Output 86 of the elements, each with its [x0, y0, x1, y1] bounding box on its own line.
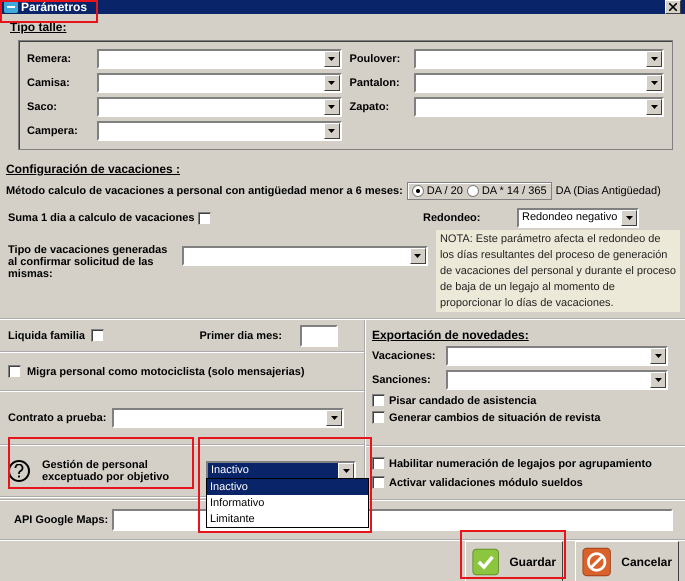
help-icon[interactable] [8, 460, 30, 482]
checkbox-label: Generar cambios de situación de revista [389, 412, 601, 424]
field-label: Gestión de personal exceptuado por objetivo [42, 459, 170, 483]
dropdown-button[interactable] [646, 51, 662, 67]
note-text: NOTA: Este parámetro afecta el redondeo de los días resultantes del proceso de generación de vacaciones del personal y durante el proceso de baja de un legajo al momento de proporcionar lo días de vacaciones. [436, 230, 680, 312]
caret-icon [650, 105, 658, 109]
dropdown-field[interactable] [414, 73, 664, 93]
dropdown-field[interactable]: Redondeo negativo [517, 208, 639, 228]
close-icon [669, 3, 677, 11]
section-heading: Exportación de novedades: [372, 328, 530, 342]
field-label: Contrato a prueba: [8, 412, 106, 424]
field-label: Campera: [27, 125, 79, 137]
checkbox-label: Habilitar numeración de legajos por agrupamiento [389, 458, 652, 470]
field-label: Redondeo: [423, 212, 482, 224]
dropdown-field[interactable] [414, 97, 664, 117]
dropdown-button[interactable] [410, 248, 426, 264]
dropdown-button[interactable] [324, 51, 340, 67]
radio-option[interactable]: DA * 14 / 365 [466, 185, 547, 197]
caret-icon [414, 254, 422, 258]
field-label: Zapato: [350, 101, 390, 113]
dropdown-option[interactable]: Inactivo [207, 479, 368, 495]
dropdown-field[interactable] [97, 73, 342, 93]
unit-note: DA (Dias Antigüedad) [556, 185, 661, 197]
checkbox-label: Pisar candado de asistencia [389, 394, 536, 406]
dropdown-field[interactable] [182, 246, 428, 266]
field-label: Suma 1 dia a calculo de vacaciones [8, 212, 194, 224]
close-button[interactable] [665, 0, 681, 14]
dropdown-field[interactable] [112, 408, 344, 428]
caret-icon [330, 416, 338, 420]
field-label: Vacaciones: [372, 350, 437, 362]
checkbox-label: Migra personal como motociclista (solo mensajerias) [27, 366, 305, 378]
field-label: Camisa: [27, 77, 71, 89]
dropdown-button[interactable] [324, 75, 340, 91]
dropdown-button[interactable] [326, 410, 342, 426]
check-icon [472, 546, 500, 578]
cancel-button[interactable]: Cancelar [575, 541, 679, 581]
checkbox[interactable] [91, 329, 104, 342]
caret-icon [328, 57, 335, 61]
dropdown-field[interactable] [414, 49, 664, 69]
checkbox[interactable] [8, 365, 21, 378]
window-icon [4, 0, 18, 14]
field-label: Método calculo de vacaciones a personal con antigüedad menor a 6 meses: [6, 185, 403, 197]
input-field[interactable] [300, 324, 338, 346]
radio-option[interactable]: DA / 20 [412, 185, 463, 197]
checkbox[interactable] [372, 411, 385, 424]
dropdown-button[interactable] [650, 348, 666, 364]
dropdown-field[interactable] [446, 346, 668, 366]
dropdown-button[interactable] [338, 463, 354, 479]
save-button[interactable]: Guardar [465, 541, 563, 581]
checkbox-label: Activar validaciones módulo sueldos [389, 476, 583, 488]
field-label: Saco: [27, 101, 58, 113]
caret-icon [654, 378, 662, 382]
field-label: Remera: [27, 53, 72, 65]
dropdown-field[interactable] [97, 121, 342, 141]
caret-icon [626, 216, 632, 220]
field-label: Primer dia mes: [199, 330, 282, 342]
prohibited-icon [582, 546, 612, 578]
dropdown-button[interactable] [646, 75, 662, 91]
section-heading: Tipo talle: [10, 20, 66, 34]
field-label: Tipo de vacaciones generadas al confirmar solicitud de las mismas: [8, 244, 168, 280]
checkbox[interactable] [372, 457, 385, 470]
checkbox[interactable] [372, 394, 385, 407]
dropdown-field[interactable] [97, 49, 342, 69]
caret-icon [654, 354, 662, 358]
section-heading: Configuración de vacaciones : [6, 162, 180, 176]
checkbox[interactable] [372, 476, 385, 489]
dropdown-button[interactable] [646, 99, 662, 115]
caret-icon [650, 81, 658, 85]
field-label: Sanciones: [372, 374, 432, 386]
caret-icon [328, 105, 335, 109]
dropdown-button[interactable] [324, 123, 340, 139]
dropdown-button[interactable] [621, 210, 637, 226]
dropdown-button[interactable] [650, 372, 666, 388]
field-label: API Google Maps: [14, 514, 108, 526]
caret-icon [650, 57, 658, 61]
dropdown-field[interactable] [97, 97, 342, 117]
caret-icon [342, 469, 350, 473]
window-title: Parámetros [21, 0, 88, 14]
caret-icon [328, 129, 335, 133]
dropdown-button[interactable] [324, 99, 340, 115]
checkbox-label: Liquida familia [8, 330, 86, 342]
caret-icon [328, 81, 335, 85]
checkbox[interactable] [198, 212, 212, 224]
field-label: Poulover: [350, 53, 402, 65]
field-label: Pantalon: [350, 77, 401, 89]
dropdown-field[interactable] [446, 370, 668, 390]
